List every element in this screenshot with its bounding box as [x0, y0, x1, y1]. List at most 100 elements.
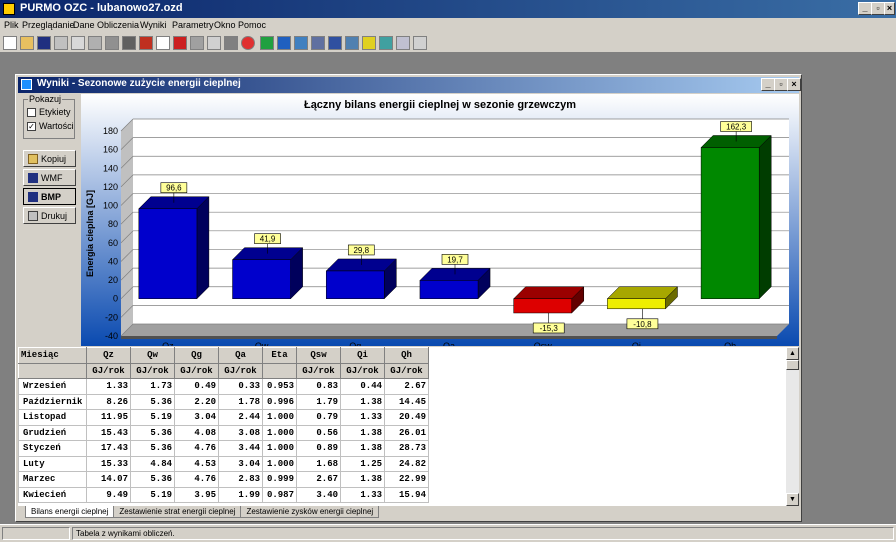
save-icon[interactable] [37, 36, 51, 50]
bar-top [513, 286, 585, 299]
x-tick-label: Qsw [534, 341, 553, 346]
values-checkbox-row[interactable]: ✓ Wartości [27, 121, 74, 131]
table-row[interactable]: Wrzesień 1.33 1.73 0.49 0.33 0.953 0.83 0.44 2.6… [18, 378, 429, 395]
scroll-up-icon[interactable]: ▲ [786, 347, 799, 360]
plot-left-wall [121, 119, 133, 336]
tool-icon-4[interactable] [173, 36, 187, 50]
values-checkbox-label: Wartości [39, 121, 74, 131]
save-icon [28, 191, 38, 202]
column-header: Eta [262, 347, 297, 364]
menu-pomoc[interactable]: Pomoc [238, 20, 266, 30]
close-icon[interactable]: × [884, 2, 895, 15]
tab-energy-balance[interactable]: Bilans energii cieplnej [25, 506, 115, 518]
child-close-icon[interactable]: × [787, 78, 801, 91]
menu-plik[interactable]: Plik [4, 20, 19, 30]
window-icon[interactable] [21, 79, 32, 90]
app-icon[interactable] [3, 3, 15, 15]
table-row[interactable]: Październik 8.26 5.36 2.20 1.78 0.996 1.79 1.38… [18, 393, 429, 410]
print-button[interactable]: Drukuj [23, 207, 76, 224]
print-preview-icon[interactable] [71, 36, 85, 50]
tab-heat-losses[interactable]: Zestawienie strat energii cieplnej [113, 506, 242, 518]
labels-checkbox[interactable] [27, 107, 36, 117]
menu-parametry[interactable]: Parametry [172, 20, 214, 30]
tool-icon-5[interactable] [190, 36, 204, 50]
child-restore-icon[interactable]: ▫ [774, 78, 788, 91]
y-tick-label: 120 [103, 182, 118, 192]
copy-button[interactable]: Kopiuj [23, 150, 76, 167]
plot-floor [121, 324, 789, 336]
wmf-button-label: WMF [41, 172, 63, 183]
tool-icon-1[interactable] [88, 36, 102, 50]
menu-obliczenia[interactable]: Obliczenia [97, 20, 139, 30]
tool-icon-6[interactable] [207, 36, 221, 50]
column-header: Qa [218, 347, 263, 364]
y-tick-label: 20 [108, 275, 118, 285]
month-cell: Kwiecień [18, 486, 87, 503]
value-cell: 1.33 [86, 378, 131, 395]
table-row[interactable]: Listopad 11.95 5.19 3.04 2.44 1.000 0.79 1.33 20… [18, 409, 429, 426]
tool-icon-16[interactable] [413, 36, 427, 50]
tab-heat-gains[interactable]: Zestawienie zysków energii cieplnej [240, 506, 380, 518]
table-row[interactable]: Marzec 14.07 5.36 4.76 2.83 0.999 2.67 1.38 22.9… [18, 471, 429, 488]
bar-side [758, 134, 772, 300]
tool-icon-9[interactable] [294, 36, 308, 50]
value-cell: 15.33 [86, 455, 131, 472]
tool-icon-10[interactable] [311, 36, 325, 50]
tool-icon-14[interactable] [379, 36, 393, 50]
wmf-button[interactable]: WMF [23, 169, 76, 186]
tool-icon-3[interactable] [156, 36, 170, 50]
stop-icon[interactable] [241, 36, 255, 50]
table-scrollbar[interactable]: ▲ ▼ [786, 347, 799, 506]
bmp-button[interactable]: BMP [23, 188, 76, 205]
values-checkbox[interactable]: ✓ [27, 121, 36, 131]
tool-icon-12[interactable] [345, 36, 359, 50]
value-cell: 20.49 [384, 409, 429, 426]
tool-icon-7[interactable] [260, 36, 274, 50]
table-row[interactable]: Styczeń 17.43 5.36 4.76 3.44 1.000 0.89 1.38 28.… [18, 440, 429, 457]
column-unit: GJ/rok [86, 362, 131, 379]
table-header-row: Miesiąc Qz Qw Qg Qa Eta Qsw Qi Qh [18, 347, 429, 364]
value-cell: 0.89 [296, 440, 341, 457]
value-cell: 14.45 [384, 393, 429, 410]
tool-icon-11[interactable] [328, 36, 342, 50]
child-minimize-icon[interactable]: _ [761, 78, 775, 91]
tool-icon-13[interactable] [362, 36, 376, 50]
value-cell: 0.44 [340, 378, 385, 395]
menu-wyniki[interactable]: Wyniki [140, 20, 166, 30]
x-tick-label: Qa [443, 341, 455, 346]
value-cell: 1.38 [340, 440, 385, 457]
scroll-down-icon[interactable]: ▼ [786, 493, 799, 506]
table-row[interactable]: Kwiecień 9.49 5.19 3.95 1.99 0.987 3.40 1.33 15.… [18, 486, 429, 503]
y-tick-label: 160 [103, 145, 118, 155]
value-cell: 1.33 [340, 409, 385, 426]
value-cell: 5.36 [130, 393, 175, 410]
value-cell: 22.99 [384, 471, 429, 488]
menu-okno[interactable]: Okno [214, 20, 236, 30]
tool-icon-15[interactable] [396, 36, 410, 50]
menu-dane[interactable]: Dane [73, 20, 95, 30]
column-unit [18, 362, 87, 379]
column-header: Qg [174, 347, 219, 364]
results-window-title: Wyniki - Sezonowe zużycie energii ciepln… [37, 78, 241, 89]
open-folder-icon[interactable] [20, 36, 34, 50]
value-cell: 1.73 [130, 378, 175, 395]
building-icon[interactable] [139, 36, 153, 50]
labels-checkbox-row[interactable]: Etykiety [27, 107, 71, 117]
menu-przegladanie[interactable]: Przeglądanie [22, 20, 75, 30]
tool-icon-8[interactable] [277, 36, 291, 50]
chart-title: Łączny bilans energii cieplnej w sezonie… [304, 99, 576, 111]
new-file-icon[interactable] [3, 36, 17, 50]
minimize-icon[interactable]: _ [858, 2, 872, 15]
table-row[interactable]: Grudzień 15.43 5.36 4.08 3.08 1.000 0.56 1.38 26… [18, 424, 429, 441]
bar-front [232, 259, 291, 299]
restore-icon[interactable]: ▫ [871, 2, 885, 15]
print-icon[interactable] [54, 36, 68, 50]
month-cell: Wrzesień [18, 378, 87, 395]
binoculars-icon[interactable] [122, 36, 136, 50]
tool-icon-2[interactable] [105, 36, 119, 50]
calculator-icon[interactable] [224, 36, 238, 50]
scroll-thumb[interactable] [786, 360, 799, 370]
value-cell: 1.25 [340, 455, 385, 472]
month-cell: Styczeń [18, 440, 87, 457]
table-row[interactable]: Luty 15.33 4.84 4.53 3.04 1.000 1.68 1.25 24.82 [18, 455, 429, 472]
